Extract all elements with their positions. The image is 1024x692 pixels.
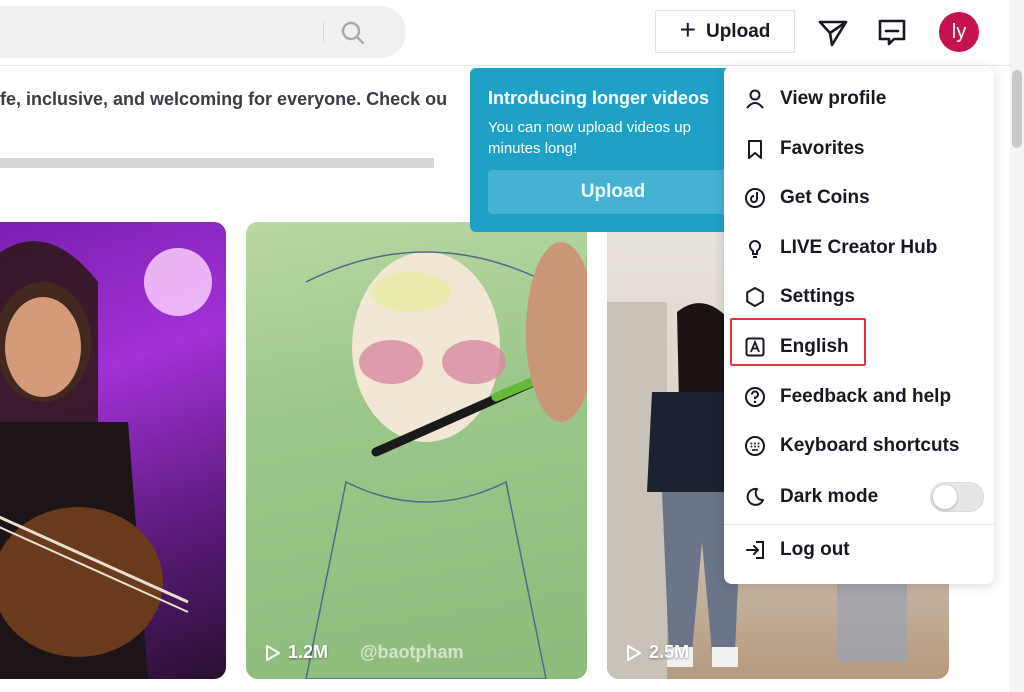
plus-icon: +: [679, 14, 696, 45]
menu-item-feedback-and-help[interactable]: Feedback and help: [724, 374, 994, 420]
menu-item-label: Favorites: [780, 138, 865, 159]
menu-item-get-coins[interactable]: Get Coins: [724, 175, 994, 221]
menu-item-view-profile[interactable]: View profile: [724, 76, 994, 122]
view-count-text: 2.5M: [649, 642, 690, 662]
bulb-icon: [748, 240, 762, 258]
logout-icon: [746, 541, 764, 559]
menu-item-label: View profile: [780, 88, 887, 109]
menu-item-label: Settings: [780, 286, 855, 307]
highlight-box: [730, 318, 866, 366]
avatar[interactable]: ly: [939, 12, 979, 52]
promo-upload-button[interactable]: Upload: [488, 170, 738, 214]
view-count: 1.2M: [264, 642, 328, 663]
menu-item-label: Feedback and help: [780, 386, 952, 407]
coin-icon: [745, 188, 765, 208]
menu-item-live-creator-hub[interactable]: LIVE Creator Hub: [724, 225, 994, 271]
search-icon[interactable]: [340, 20, 366, 46]
play-icon: [627, 644, 641, 661]
dark-mode-toggle[interactable]: [930, 482, 984, 512]
gear-icon: [746, 287, 764, 307]
person-icon: [746, 89, 764, 109]
menu-item-keyboard-shortcuts[interactable]: Keyboard shortcuts: [724, 423, 994, 469]
upload-button[interactable]: + Upload: [655, 10, 795, 53]
inbox-icon[interactable]: [874, 14, 910, 50]
send-message-icon[interactable]: [815, 14, 851, 50]
view-count: 2.5M: [625, 642, 689, 663]
keyboard-icon: [745, 436, 765, 456]
moon-icon: [746, 487, 764, 506]
menu-item-favorites[interactable]: Favorites: [724, 126, 994, 172]
menu-item-label: Get Coins: [780, 187, 870, 208]
watermark-text: @baotpham: [360, 642, 464, 662]
menu-item-settings[interactable]: Settings: [724, 274, 994, 320]
menu-item-dark-mode[interactable]: Dark mode: [724, 474, 994, 520]
video-thumbnail: [305, 242, 587, 679]
promo-title: Introducing longer videos: [488, 88, 710, 108]
promo-body: You can now upload videos up minutes lon…: [488, 117, 738, 159]
notice-divider: [0, 158, 434, 168]
menu-item-label: LIVE Creator Hub: [780, 237, 938, 258]
menu-divider: [724, 524, 994, 525]
play-icon: [266, 644, 280, 661]
promo-body-line: You can now upload videos up: [488, 119, 691, 136]
scrollbar-thumb[interactable]: [1012, 70, 1022, 148]
upload-label: Upload: [705, 20, 771, 42]
notice-text: fe, inclusive, and welcoming for everyon…: [0, 89, 448, 109]
top-header: + Upload ly: [0, 0, 1010, 66]
video-card[interactable]: 1.2M @baotpham: [246, 222, 587, 679]
promo-body-line: minutes long!: [488, 140, 578, 157]
video-card[interactable]: [0, 222, 226, 679]
toggle-knob: [933, 485, 957, 509]
bookmark-icon: [748, 140, 762, 159]
menu-item-label: Log out: [780, 539, 850, 560]
view-count-text: 1.2M: [288, 642, 329, 662]
menu-item-log-out[interactable]: Log out: [724, 527, 994, 573]
menu-item-label: Keyboard shortcuts: [780, 435, 960, 456]
search-bar[interactable]: [0, 6, 406, 58]
menu-item-label: Dark mode: [780, 486, 879, 507]
longer-videos-promo: Introducing longer videos You can now up…: [470, 68, 738, 232]
help-icon: [745, 387, 765, 407]
search-divider: [323, 21, 324, 43]
video-thumbnail: [0, 241, 212, 679]
